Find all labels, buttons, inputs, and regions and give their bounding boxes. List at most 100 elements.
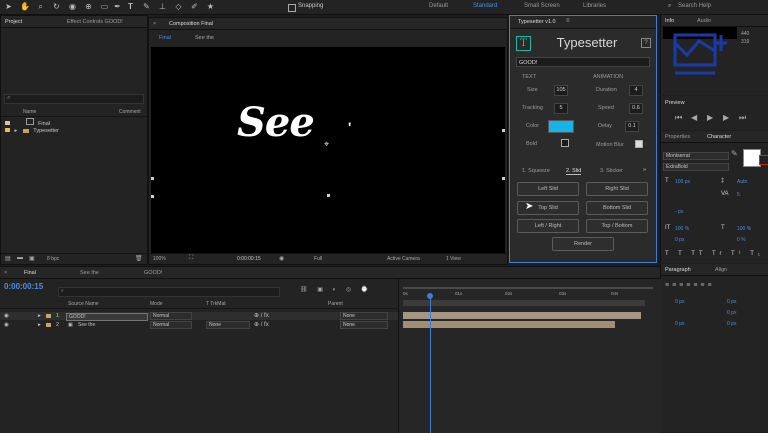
baseline-shift-value[interactable]: 0 px — [675, 237, 684, 243]
bpc-label[interactable]: 8 bpc — [47, 256, 59, 262]
next-frame-icon[interactable]: ▶ — [723, 113, 729, 122]
tab-audio[interactable]: Audio — [697, 18, 711, 24]
font-style-dropdown[interactable]: ExtraBold — [663, 163, 729, 171]
column-parent[interactable]: Parent — [328, 301, 343, 307]
tab-final[interactable]: Final — [24, 270, 36, 276]
rectangle-tool-icon[interactable]: ▭ — [100, 2, 109, 11]
column-comment[interactable]: Comment — [119, 109, 141, 115]
zoom-tool-icon[interactable]: ⌕ — [36, 2, 45, 11]
layer-mode-dropdown[interactable]: Normal — [150, 312, 192, 320]
left-right-button[interactable]: Left / Right — [517, 219, 579, 233]
layer-handle[interactable] — [502, 177, 505, 180]
motion-blur-checkbox[interactable] — [635, 140, 643, 148]
anchor-point-icon[interactable]: ⌖ — [324, 139, 329, 150]
double-chevron-right-icon[interactable]: » — [643, 167, 646, 173]
tracking-value[interactable]: 5 — [737, 192, 740, 198]
horizontal-scale-value[interactable]: 100 % — [737, 226, 751, 232]
timeline-track-area[interactable]: 0s 01s 02s 03s 04s — [398, 279, 661, 433]
play-icon[interactable]: ▶ — [707, 113, 713, 122]
tab-good[interactable]: GOOD! — [144, 270, 162, 276]
color-swatch[interactable] — [548, 120, 574, 133]
layer-switches[interactable]: ⊕ / fx — [254, 312, 269, 320]
selection-tool-icon[interactable]: ➤ — [4, 2, 13, 11]
label-color-icon[interactable] — [46, 314, 51, 318]
layer-parent-dropdown[interactable]: None — [340, 312, 388, 320]
column-source-name[interactable]: Source Name — [68, 301, 99, 307]
visibility-eye-icon[interactable]: ◉ — [4, 321, 9, 329]
size-input[interactable]: 105 — [554, 85, 568, 96]
playhead[interactable] — [430, 294, 431, 433]
project-search-input[interactable]: ⌕ — [4, 94, 144, 104]
hand-tool-icon[interactable]: ✋ — [20, 2, 30, 11]
layer-bar-see-the[interactable] — [403, 321, 615, 328]
search-icon[interactable]: ⌕ — [668, 3, 671, 10]
tab-paragraph[interactable]: Paragraph — [665, 267, 691, 273]
tab-squeeze[interactable]: 1. Squeeze — [522, 168, 550, 174]
top-bottom-button[interactable]: Top / Bottom — [586, 219, 648, 233]
eyedropper-icon[interactable]: ✎ — [731, 149, 738, 158]
tab-info[interactable]: Info — [665, 18, 674, 24]
tab-composition[interactable]: Composition Final — [169, 21, 213, 27]
tab-align[interactable]: Align — [715, 267, 727, 273]
layer-name[interactable]: GOOD! — [66, 313, 148, 321]
previous-frame-icon[interactable]: ◀ — [691, 113, 697, 122]
menu-icon[interactable]: ≡ — [566, 18, 570, 24]
tab-effect-controls[interactable]: Effect Controls GOOD! — [67, 19, 123, 25]
space-before-value[interactable]: 0 px — [675, 321, 684, 327]
render-button[interactable]: Render — [552, 237, 614, 251]
search-help-input[interactable]: Search Help — [678, 3, 711, 9]
workspace-small-screen[interactable]: Small Screen — [524, 3, 560, 9]
interpret-footage-icon[interactable]: ▤ — [5, 255, 11, 262]
pan-tool-icon[interactable]: ⊕ — [84, 2, 93, 11]
layer-switches[interactable]: ⊕ / fx — [254, 321, 269, 329]
tab-slid[interactable]: 2. Slid — [566, 168, 582, 175]
pen-tool-icon[interactable]: ✒ — [113, 2, 122, 11]
leading-value[interactable]: Auto — [737, 179, 747, 185]
label-color-icon[interactable] — [46, 323, 51, 327]
indent-first-line-value[interactable]: 0 px — [727, 310, 736, 316]
column-name[interactable]: Name — [23, 109, 36, 115]
vertical-scale-value[interactable]: 100 % — [675, 226, 689, 232]
quality-dropdown[interactable]: Full — [314, 256, 322, 262]
puppet-pin-tool-icon[interactable]: ★ — [206, 2, 215, 11]
layer-handle[interactable] — [327, 194, 330, 197]
stroke-color-swatch[interactable] — [759, 155, 768, 165]
type-tool-icon[interactable]: T — [126, 2, 135, 11]
snapping-checkbox[interactable] — [288, 4, 296, 12]
font-family-dropdown[interactable]: Montserrat — [663, 152, 729, 160]
workspace-standard[interactable]: Standard — [473, 3, 497, 9]
tab-see-the[interactable]: See the — [80, 270, 99, 276]
stroke-width-value[interactable]: - px — [675, 209, 683, 215]
tsume-value[interactable]: 0 % — [737, 237, 746, 243]
text-style-buttons[interactable]: T T TT Tr T¹ T₁ — [665, 251, 764, 257]
workspace-libraries[interactable]: Libraries — [583, 3, 606, 9]
visibility-eye-icon[interactable]: ◉ — [4, 312, 9, 320]
duration-input[interactable]: 4 — [629, 85, 643, 96]
snapshot-icon[interactable]: ◉ — [279, 255, 284, 262]
project-item-final[interactable]: Final — [5, 118, 50, 127]
indent-right-value[interactable]: 0 px — [727, 299, 736, 305]
layer-name[interactable]: See the — [78, 321, 95, 329]
work-area-range[interactable] — [403, 300, 645, 306]
breadcrumb-final[interactable]: Final — [159, 35, 171, 41]
zoom-dropdown[interactable]: 100% — [153, 256, 166, 262]
clone-stamp-tool-icon[interactable]: ⊥ — [158, 2, 167, 11]
work-area-bar[interactable] — [403, 287, 653, 289]
paragraph-align-buttons[interactable]: ≡≡≡≡≡≡≡ — [665, 282, 715, 289]
close-icon[interactable]: × — [4, 270, 7, 276]
roto-brush-tool-icon[interactable]: ✐ — [190, 2, 199, 11]
tab-properties[interactable]: Properties — [665, 134, 690, 140]
current-time-display[interactable]: 0:00:00:15 — [237, 256, 261, 262]
expand-arrow-icon[interactable]: ▸ — [38, 321, 41, 329]
layer-row[interactable]: ◉ ▸ 1 GOOD! Normal ⊕ / fx None — [0, 312, 398, 321]
eraser-tool-icon[interactable]: ◇ — [174, 2, 183, 11]
resolution-icon[interactable]: ⛶ — [189, 255, 193, 262]
column-mode[interactable]: Mode — [150, 301, 163, 307]
layer-mode-dropdown[interactable]: Normal — [150, 321, 192, 329]
workspace-default[interactable]: Default — [429, 3, 448, 9]
right-slid-button[interactable]: Right Slid — [586, 182, 648, 196]
tab-project[interactable]: Project — [5, 19, 22, 25]
timeline-switch-icons[interactable]: ⛓ ▣ ◐ ◎ ⌚ — [300, 286, 372, 293]
bottom-slid-button[interactable]: Bottom Slid — [586, 201, 648, 215]
text-input[interactable]: GOOD! — [516, 57, 650, 67]
